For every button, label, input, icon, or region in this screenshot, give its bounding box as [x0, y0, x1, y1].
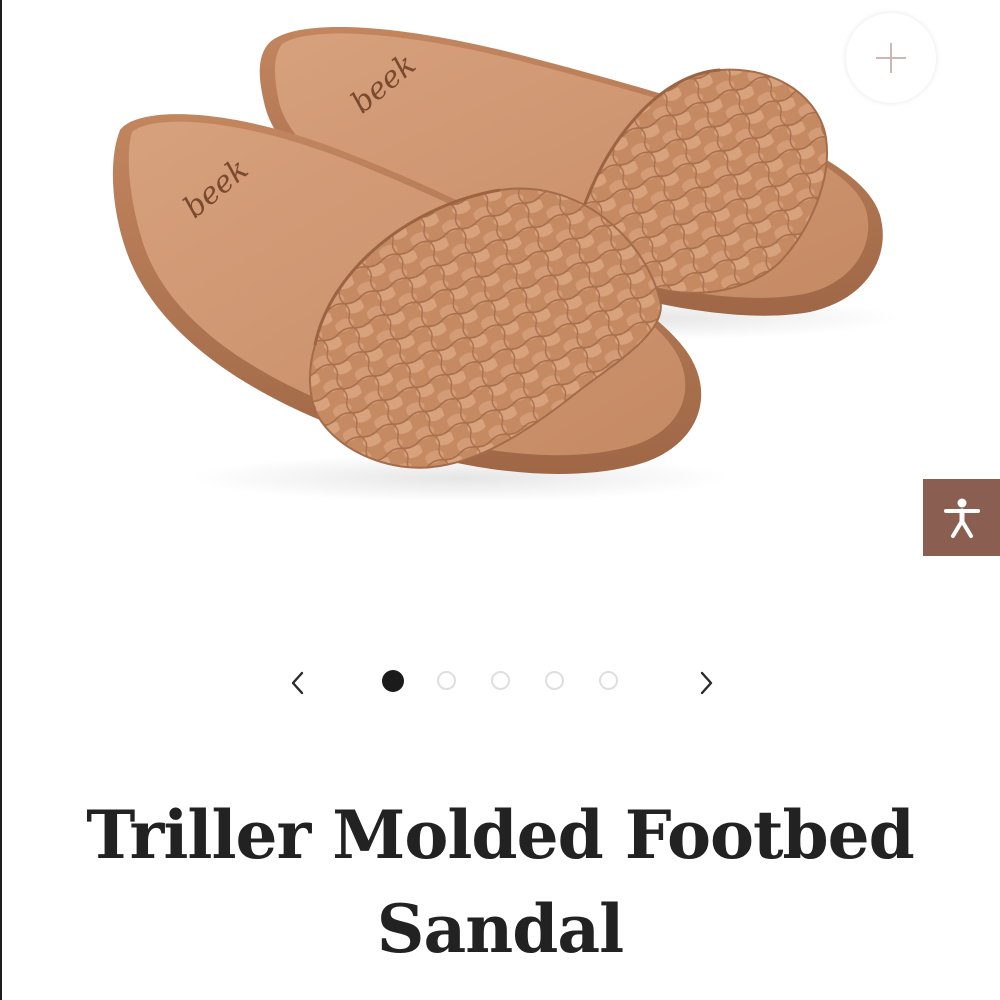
- zoom-button[interactable]: [846, 13, 936, 103]
- chevron-left-icon: [291, 671, 304, 695]
- product-page: beek beek Triller Molded Footbed Sandal: [0, 0, 1000, 1000]
- carousel-dot-2[interactable]: [437, 671, 456, 690]
- accessibility-person-icon: [943, 498, 980, 538]
- chevron-right-icon: [700, 671, 713, 695]
- accessibility-button[interactable]: [923, 479, 1000, 556]
- image-carousel-controls: [270, 655, 730, 711]
- carousel-dot-5[interactable]: [599, 671, 618, 690]
- carousel-dot-1[interactable]: [382, 670, 404, 692]
- product-title: Triller Molded Footbed Sandal: [86, 796, 915, 968]
- carousel-dots: [382, 670, 622, 695]
- product-image[interactable]: beek beek: [20, 0, 920, 560]
- carousel-dot-4[interactable]: [545, 671, 564, 690]
- carousel-dot-3[interactable]: [491, 671, 510, 690]
- carousel-prev-button[interactable]: [280, 665, 316, 701]
- page-edge-divider: [0, 0, 2, 1000]
- plus-icon: [876, 43, 906, 73]
- carousel-next-button[interactable]: [688, 665, 724, 701]
